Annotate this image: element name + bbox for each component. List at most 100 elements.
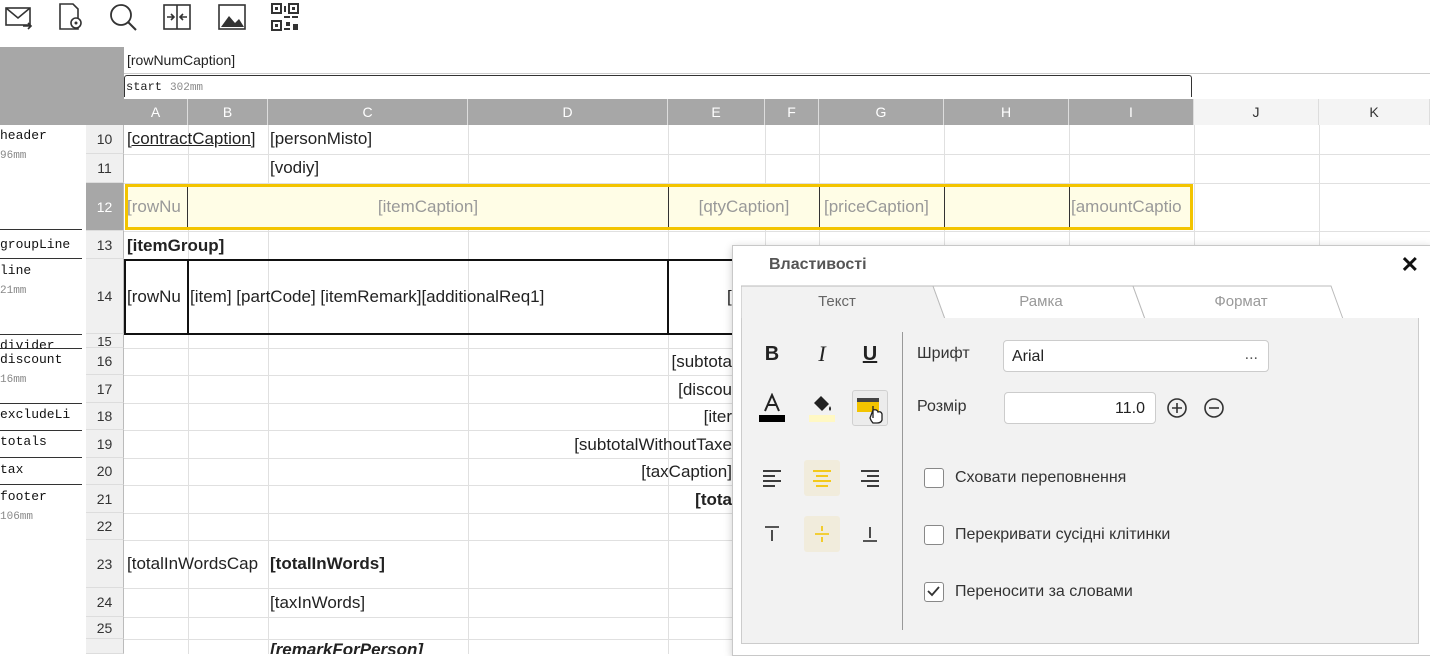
- start-band-bar[interactable]: start 302mm: [124, 75, 1192, 97]
- cell-item-caption[interactable]: [itemCaption]: [190, 197, 666, 217]
- row-number[interactable]: 25: [86, 617, 124, 639]
- band-divider-label[interactable]: divider: [0, 338, 84, 348]
- dialog-tabs: Текст Рамка Формат: [741, 284, 1419, 320]
- cell-amount-caption[interactable]: [amountCaptio: [1071, 197, 1189, 217]
- font-field[interactable]: Arial ...: [1003, 340, 1269, 372]
- checkmark-icon: [927, 586, 940, 597]
- word-wrap-checkbox[interactable]: [924, 582, 944, 602]
- tab-format[interactable]: Формат: [1141, 284, 1341, 318]
- valign-top-icon[interactable]: [754, 516, 790, 552]
- band-totals[interactable]: totals: [0, 434, 84, 449]
- cell-rownum[interactable]: [rowNu: [127, 287, 185, 307]
- cell-person-misto[interactable]: [personMisto]: [270, 129, 466, 149]
- decrease-size-icon[interactable]: [1203, 397, 1225, 424]
- column-header-g[interactable]: G: [819, 99, 944, 125]
- cell-subtotal[interactable]: [subtota: [470, 352, 733, 372]
- font-more-button[interactable]: ...: [1245, 339, 1258, 371]
- start-band-size: 302mm: [170, 82, 204, 94]
- align-center-icon[interactable]: [804, 460, 840, 496]
- text-properties-panel: B I U Шрифт Arial ... Розмір 11.0 Сховат…: [741, 318, 1419, 644]
- hide-overflow-label: Сховати переповнення: [955, 469, 1127, 486]
- row-number-selected[interactable]: 12: [86, 183, 124, 231]
- column-header-f[interactable]: F: [765, 99, 819, 125]
- cell-total-in-words[interactable]: [totalInWords]: [270, 554, 466, 574]
- cell-qty-caption[interactable]: [qtyCaption]: [670, 197, 818, 217]
- valign-bottom-icon[interactable]: [852, 516, 888, 552]
- sheet-corner: [0, 47, 124, 125]
- properties-dialog: Властивості ✕ Текст Рамка Формат B I U Ш…: [732, 245, 1430, 656]
- row-number[interactable]: 23: [86, 540, 124, 588]
- row-number[interactable]: 20: [86, 458, 124, 485]
- tab-text[interactable]: Текст: [741, 284, 933, 318]
- band-divider: [0, 334, 82, 335]
- column-header-j[interactable]: J: [1194, 99, 1319, 125]
- search-icon[interactable]: [107, 2, 139, 32]
- font-color-icon[interactable]: [754, 390, 790, 426]
- underline-icon[interactable]: U: [852, 336, 888, 372]
- row-number[interactable]: 18: [86, 403, 124, 430]
- overlap-cells-checkbox[interactable]: [924, 525, 944, 545]
- row-number[interactable]: 15: [86, 334, 124, 349]
- merge-cells-icon[interactable]: [161, 2, 193, 32]
- column-header-e[interactable]: E: [668, 99, 765, 125]
- band-tax[interactable]: tax: [0, 462, 84, 477]
- row-number[interactable]: 11: [86, 154, 124, 183]
- increase-size-icon[interactable]: [1166, 397, 1188, 424]
- column-header-i[interactable]: I: [1069, 99, 1194, 125]
- cell-tax-in-words[interactable]: [taxInWords]: [270, 593, 466, 613]
- valign-middle-icon[interactable]: [804, 516, 840, 552]
- cell-remark-for-person[interactable]: [remarkForPerson]: [270, 640, 466, 654]
- column-header-k[interactable]: K: [1319, 99, 1430, 125]
- fill-color-icon[interactable]: [804, 390, 840, 426]
- row-number[interactable]: 22: [86, 513, 124, 540]
- band-line[interactable]: line 21mm: [0, 263, 84, 297]
- cell-total-in-words-caption[interactable]: [totalInWordsCap: [127, 554, 268, 574]
- row-number[interactable]: [86, 639, 124, 654]
- cell-price-caption[interactable]: [priceCaption]: [824, 197, 944, 217]
- column-header-d[interactable]: D: [468, 99, 668, 125]
- row-number[interactable]: 13: [86, 231, 124, 259]
- page-settings-icon[interactable]: [55, 2, 87, 32]
- column-header-a[interactable]: A: [124, 99, 188, 125]
- column-header-c[interactable]: C: [268, 99, 468, 125]
- cell-tax-caption[interactable]: [taxCaption]: [470, 462, 732, 482]
- tab-border[interactable]: Рамка: [941, 284, 1141, 318]
- italic-icon[interactable]: I: [804, 336, 840, 372]
- cell-total[interactable]: [tota: [470, 490, 732, 510]
- column-header-b[interactable]: B: [188, 99, 268, 125]
- cell-item-total[interactable]: [iter: [470, 407, 732, 427]
- row-number[interactable]: 24: [86, 588, 124, 617]
- cell-discount[interactable]: [discou: [470, 380, 732, 400]
- band-name: divider: [0, 338, 55, 348]
- band-groupline[interactable]: groupLine: [0, 237, 84, 252]
- cell-vodiy[interactable]: [vodiy]: [270, 158, 466, 178]
- cell-item-group[interactable]: [itemGroup]: [127, 236, 427, 256]
- band-footer[interactable]: footer 106mm: [0, 489, 84, 523]
- image-icon[interactable]: [216, 2, 248, 32]
- row-number[interactable]: 19: [86, 430, 124, 458]
- row-number[interactable]: 14: [86, 259, 124, 334]
- band-header[interactable]: header 96mm: [0, 128, 84, 162]
- align-right-icon[interactable]: [852, 460, 888, 496]
- size-input[interactable]: 11.0: [1004, 392, 1156, 424]
- row-number[interactable]: 21: [86, 485, 124, 513]
- cell-style-icon[interactable]: [852, 390, 888, 426]
- cell-item-description[interactable]: [item] [partCode] [itemRemark][additiona…: [190, 287, 666, 307]
- cell-contract-caption[interactable]: [contractCaption]: [127, 129, 267, 149]
- band-excludeli[interactable]: excludeLi: [0, 407, 84, 422]
- cell-rownum-caption[interactable]: [rowNu: [127, 197, 185, 217]
- row-number[interactable]: 16: [86, 348, 124, 375]
- band-discount[interactable]: discount 16mm: [0, 352, 84, 386]
- row-number[interactable]: 10: [86, 125, 124, 154]
- email-icon[interactable]: [3, 2, 35, 32]
- qr-code-icon[interactable]: [269, 2, 301, 32]
- close-icon[interactable]: ✕: [1401, 252, 1419, 278]
- column-header-h[interactable]: H: [944, 99, 1069, 125]
- font-label: Шрифт: [917, 345, 970, 362]
- bold-icon[interactable]: B: [754, 336, 790, 372]
- row-number[interactable]: 17: [86, 375, 124, 403]
- align-left-icon[interactable]: [754, 460, 790, 496]
- band-size: 106mm: [0, 511, 34, 523]
- hide-overflow-checkbox[interactable]: [924, 468, 944, 488]
- cell-subtotal-without-tax[interactable]: [subtotalWithoutTaxe: [470, 435, 732, 455]
